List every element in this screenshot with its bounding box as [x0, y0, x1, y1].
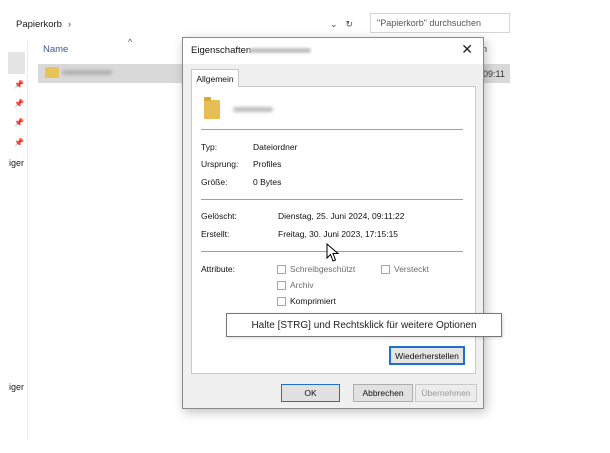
pin-icon: 📌 — [14, 118, 24, 127]
archive-checkbox[interactable]: Archiv — [277, 280, 314, 290]
ok-button-label: OK — [304, 388, 317, 398]
readonly-checkbox-label: Schreibgeschützt — [290, 264, 356, 274]
breadcrumb-chevron-icon: › — [67, 19, 71, 29]
tooltip: Halte [STRG] und Rechtsklick für weitere… — [226, 313, 502, 337]
folder-icon — [204, 97, 220, 119]
search-placeholder: "Papierkorb" durchsuchen — [377, 18, 481, 28]
attributes-label: Attribute: — [201, 264, 236, 274]
breadcrumb-recycle-bin[interactable]: Papierkorb — [16, 19, 62, 30]
cancel-button[interactable]: Abbrechen — [353, 384, 413, 402]
hidden-checkbox-label: Versteckt — [394, 264, 429, 274]
cancel-button-label: Abbrechen — [362, 388, 404, 398]
dialog-titlebar[interactable]: Eigenschaften ✕ — [183, 38, 483, 64]
ok-button[interactable]: OK — [281, 384, 340, 402]
compressed-checkbox[interactable]: Komprimiert — [277, 296, 336, 306]
tooltip-text: Halte [STRG] und Rechtsklick für weitere… — [251, 319, 477, 331]
address-bar[interactable]: Papierkorb › — [16, 14, 368, 34]
dialog-title: Eigenschaften — [191, 45, 252, 56]
sidebar-item-label[interactable]: iger — [9, 382, 24, 392]
size-value: 0 Bytes — [253, 177, 282, 187]
apply-button[interactable]: Übernehmen — [415, 384, 477, 402]
folder-icon — [45, 67, 59, 78]
pin-icon: 📌 — [14, 99, 24, 108]
sidebar-item-label[interactable]: iger — [9, 158, 24, 168]
divider — [201, 129, 463, 130]
redacted-title-name — [249, 48, 311, 53]
origin-label: Ursprung: — [201, 159, 239, 169]
tab-general[interactable]: Allgemein — [191, 69, 239, 87]
hidden-checkbox[interactable]: Versteckt — [381, 264, 429, 274]
compressed-checkbox-label: Komprimiert — [290, 296, 336, 306]
checkbox-box[interactable] — [277, 280, 286, 290]
deleted-label: Gelöscht: — [201, 211, 237, 221]
search-input[interactable]: "Papierkorb" durchsuchen — [370, 13, 510, 33]
created-label: Erstellt: — [201, 229, 230, 239]
navigation-selected-item[interactable] — [8, 52, 25, 74]
pin-icon: 📌 — [14, 138, 24, 147]
restore-button-label: Wiederherstellen — [395, 350, 459, 361]
properties-dialog: Eigenschaften ✕ Allgemein Typ: Dateiordn… — [182, 37, 484, 409]
created-value: Freitag, 30. Juni 2023, 17:15:15 — [278, 229, 399, 239]
apply-button-label: Übernehmen — [421, 388, 471, 398]
column-header-name[interactable]: Name — [43, 44, 68, 55]
sort-ascending-icon: ^ — [128, 37, 133, 47]
redacted-folder-name — [233, 107, 273, 112]
type-value: Dateiordner — [253, 142, 298, 152]
checkbox-box[interactable] — [381, 264, 390, 274]
pin-icon: 📌 — [14, 80, 24, 89]
close-icon[interactable]: ✕ — [461, 41, 473, 58]
address-dropdown-icon[interactable]: ⌄ — [330, 19, 338, 30]
restore-button[interactable]: Wiederherstellen — [389, 346, 465, 365]
checkbox-box[interactable] — [277, 296, 286, 306]
address-controls: ⌄ ↻ — [330, 14, 353, 34]
divider — [201, 199, 463, 200]
refresh-icon[interactable]: ↻ — [346, 19, 354, 30]
redacted-filename — [62, 70, 112, 75]
archive-checkbox-label: Archiv — [290, 280, 314, 290]
checkbox-box[interactable] — [277, 264, 286, 274]
row-time: 09:11 — [483, 69, 505, 79]
tab-general-label: Allgemein — [196, 73, 234, 84]
readonly-checkbox[interactable]: Schreibgeschützt — [277, 264, 355, 274]
type-label: Typ: — [201, 142, 218, 152]
deleted-value: Dienstag, 25. Juni 2024, 09:11:22 — [278, 211, 405, 221]
size-label: Größe: — [201, 177, 228, 187]
origin-value: Profiles — [253, 159, 282, 169]
mouse-cursor-icon — [326, 243, 340, 262]
